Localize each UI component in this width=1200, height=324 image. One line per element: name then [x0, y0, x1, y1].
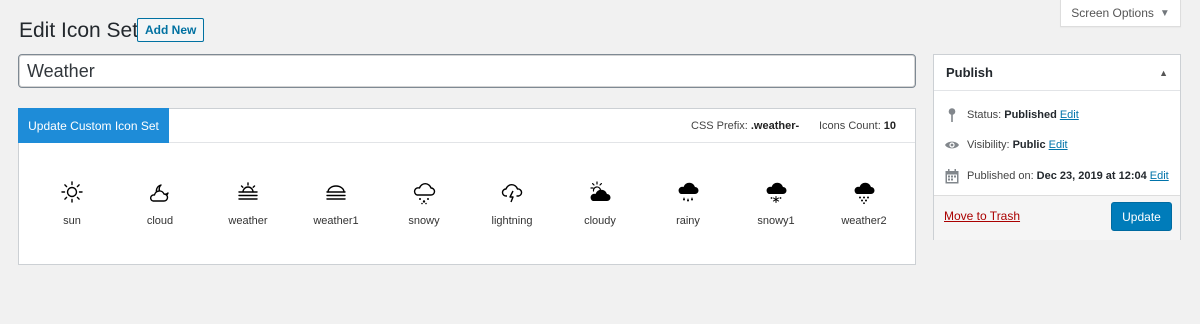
page-title: Edit Icon Set — [19, 19, 139, 42]
icon-item-cloudy[interactable]: cloudy — [560, 179, 640, 227]
published-value: Dec 23, 2019 at 12:04 — [1036, 170, 1147, 182]
icon-item-snowy[interactable]: snowy — [384, 179, 464, 227]
icon-item-weather1[interactable]: weather1 — [296, 179, 376, 227]
icon-label: sun — [63, 215, 81, 227]
icon-label: lightning — [491, 215, 533, 227]
eye-icon — [944, 137, 960, 153]
icon-label: snowy1 — [757, 215, 795, 227]
icon-item-snowy1[interactable]: snowy1 — [736, 179, 816, 227]
icon-label: cloud — [146, 215, 174, 227]
caret-up-icon[interactable]: ▲ — [1159, 68, 1168, 78]
title-input[interactable] — [18, 54, 916, 88]
icon-label: cloudy — [584, 215, 616, 227]
caret-down-icon: ▼ — [1159, 7, 1170, 19]
cloud-moon-icon — [149, 184, 169, 202]
cloud-sun-filled-icon — [590, 181, 611, 201]
icon-item-lightning[interactable]: lightning — [472, 179, 552, 227]
icons-count-value: 10 — [883, 120, 897, 132]
screen-options-button[interactable]: Screen Options ▼ — [1060, 0, 1181, 27]
publish-box: Publish ▲ Status: Published Edit Visibil… — [933, 54, 1181, 240]
update-button[interactable]: Update — [1111, 202, 1172, 231]
status-value: Published — [1004, 109, 1057, 121]
css-prefix-value: .weather- — [750, 120, 800, 132]
icon-label: weather2 — [841, 215, 887, 227]
publish-header[interactable]: Publish ▲ — [934, 55, 1180, 91]
add-new-button[interactable]: Add New — [137, 18, 205, 42]
edit-status-link[interactable]: Edit — [1060, 109, 1079, 121]
icon-label: rainy — [676, 215, 700, 227]
status-label: Status: — [967, 109, 1002, 121]
published-row: Published on: Dec 23, 2019 at 12:04 Edit — [944, 168, 1169, 184]
cloud-fog-icon — [326, 185, 346, 200]
edit-visibility-link[interactable]: Edit — [1049, 139, 1068, 151]
css-prefix-label: CSS Prefix: — [691, 120, 748, 132]
update-icon-set-button[interactable]: Update Custom Icon Set — [18, 108, 169, 143]
icon-panel-toolbar: Update Custom Icon Set CSS Prefix: .weat… — [18, 108, 915, 143]
published-label: Published on: — [967, 170, 1034, 182]
cloud-snow-dots-filled-icon — [854, 182, 875, 205]
visibility-value: Public — [1012, 139, 1046, 151]
visibility-row: Visibility: Public Edit — [944, 137, 1068, 153]
calendar-icon — [944, 168, 960, 184]
icon-set-panel: Update Custom Icon Set CSS Prefix: .weat… — [18, 108, 916, 265]
status-row: Status: Published Edit — [944, 107, 1079, 123]
css-prefix: CSS Prefix: .weather- — [691, 109, 799, 143]
publish-title: Publish — [946, 65, 993, 80]
icon-item-sun[interactable]: sun — [32, 179, 112, 227]
cloud-snowflake-filled-icon — [766, 182, 787, 203]
cloud-rain-filled-icon — [678, 182, 699, 202]
publish-actions: Move to Trash Update — [934, 195, 1180, 240]
visibility-label: Visibility: — [967, 139, 1010, 151]
sun-icon — [61, 181, 83, 203]
icon-label: weather — [228, 215, 268, 227]
icons-count: Icons Count: 10 — [819, 109, 896, 143]
icon-item-weather[interactable]: weather — [208, 179, 288, 227]
icon-label: weather1 — [313, 215, 359, 227]
cloud-lightning-icon — [501, 184, 523, 203]
pin-icon — [944, 107, 960, 123]
cloud-snow-icon — [413, 183, 436, 205]
edit-date-link[interactable]: Edit — [1150, 170, 1169, 182]
screen-options-label: Screen Options — [1071, 6, 1154, 20]
icons-count-label: Icons Count: — [819, 120, 881, 132]
move-to-trash-link[interactable]: Move to Trash — [944, 209, 1020, 223]
icon-item-cloud[interactable]: cloud — [120, 179, 200, 227]
icon-label: snowy — [408, 215, 440, 227]
icons-grid: sun cloud weather weather1 snowy lightni… — [19, 179, 915, 239]
sunrise-fog-icon — [238, 182, 258, 200]
icon-item-weather2[interactable]: weather2 — [824, 179, 904, 227]
icon-item-rainy[interactable]: rainy — [648, 179, 728, 227]
